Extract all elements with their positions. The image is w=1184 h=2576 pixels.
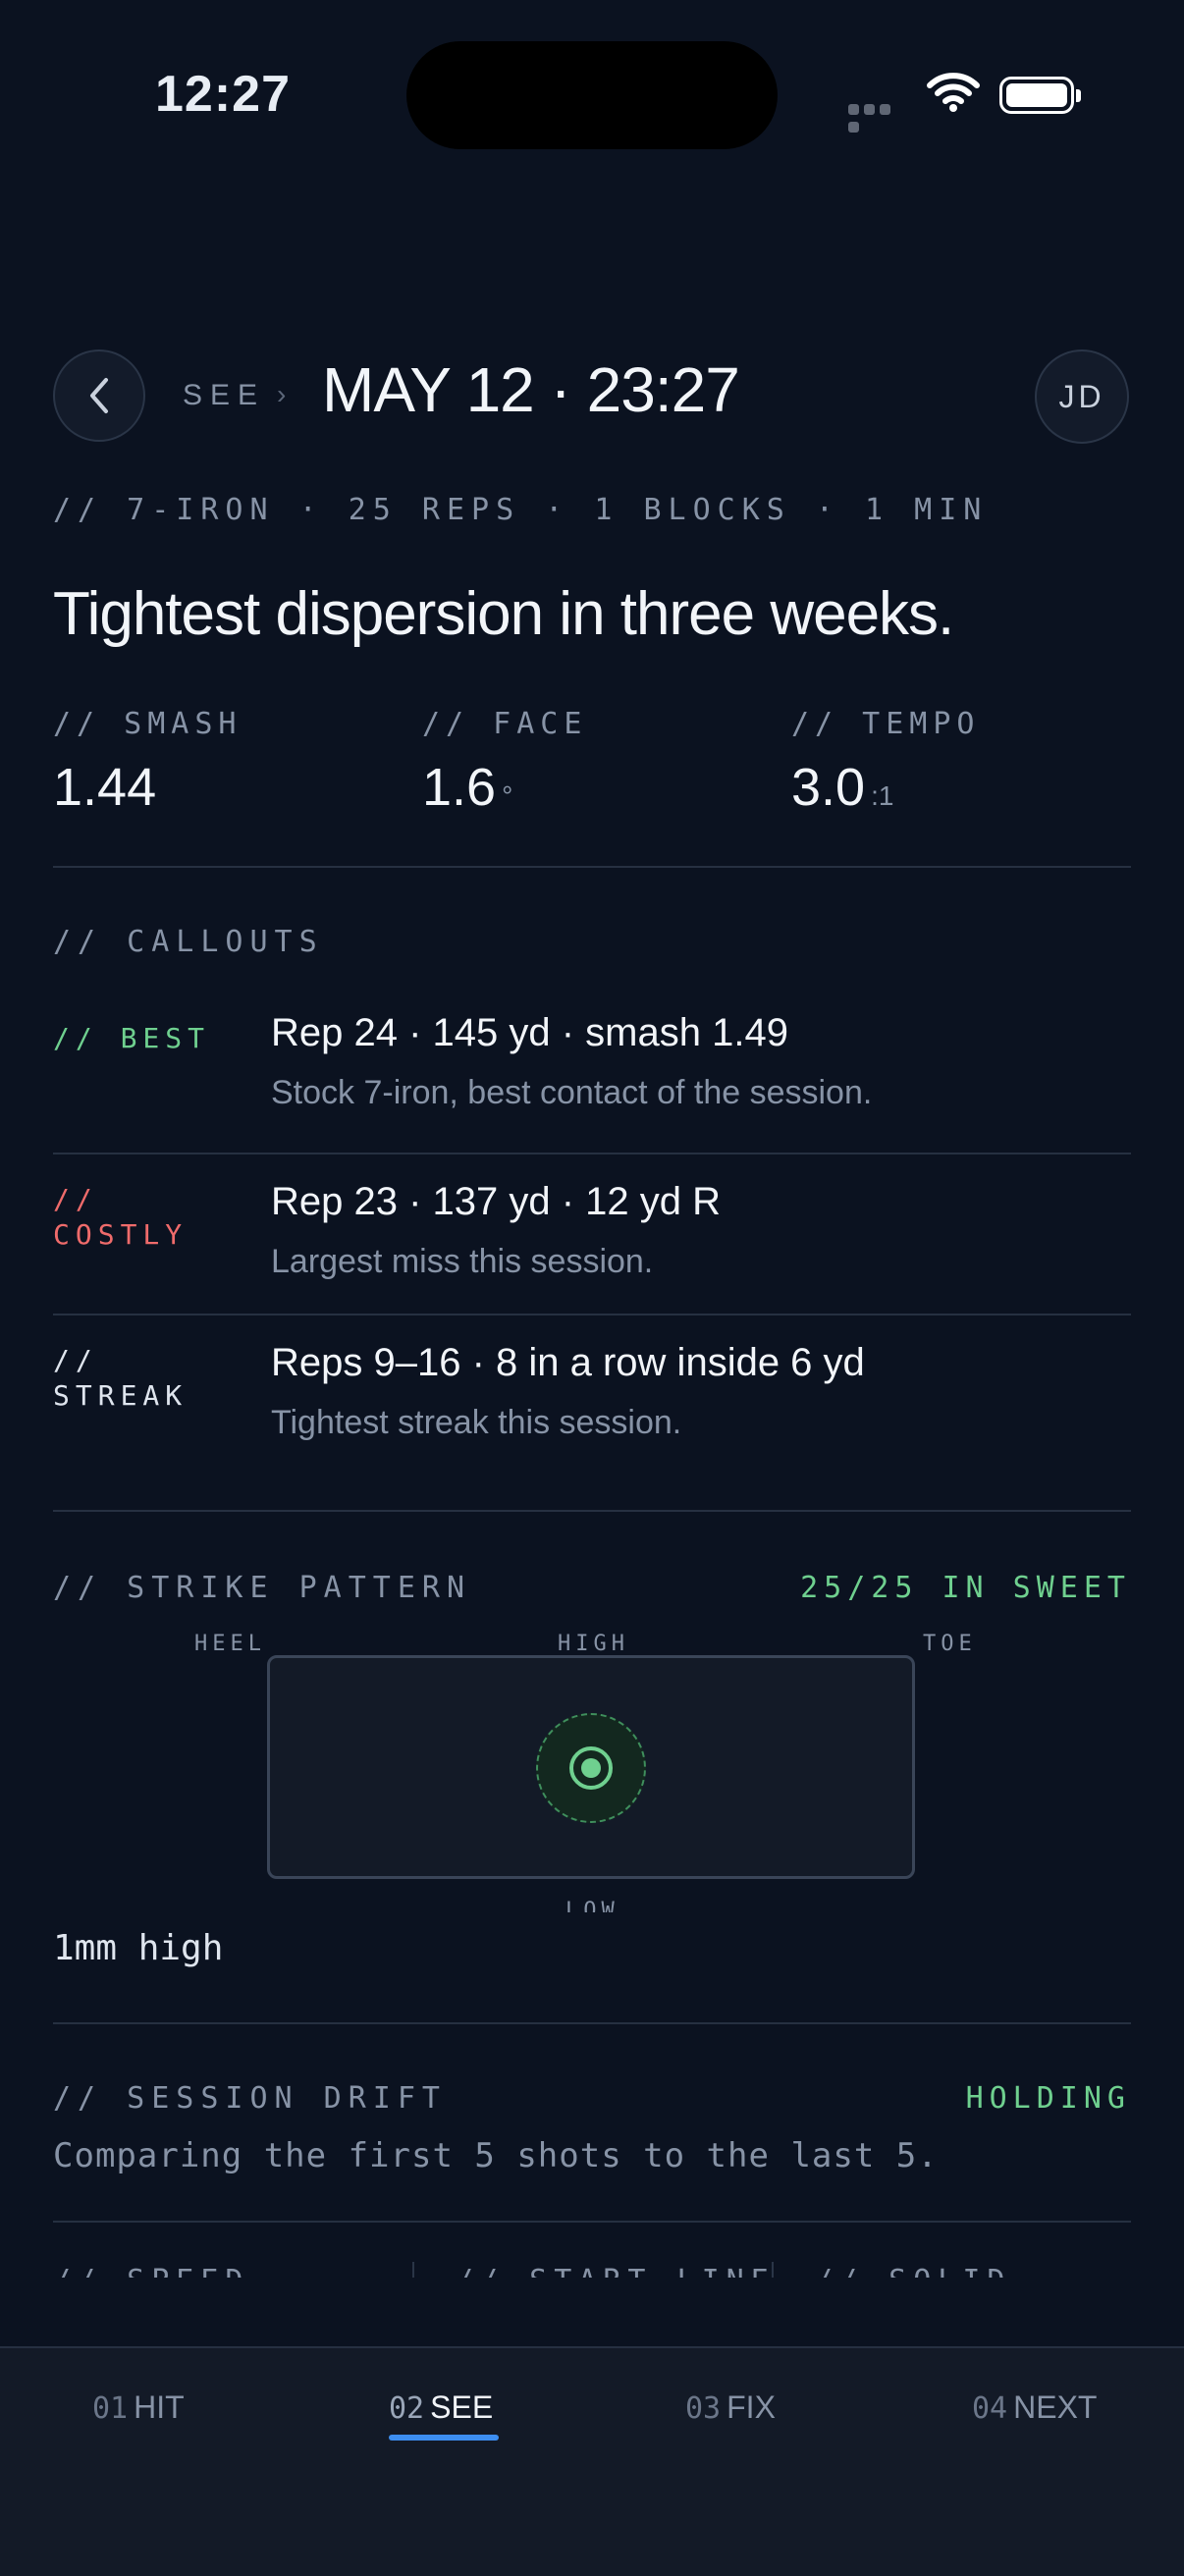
chevron-left-icon: [90, 378, 108, 413]
strike-pattern-label: // STRIKE PATTERN: [53, 1571, 472, 1605]
session-drift-status: HOLDING: [965, 2081, 1131, 2116]
divider: [412, 2262, 414, 2278]
face-label-heel: HEEL: [194, 1632, 266, 1656]
session-meta: // 7-IRON · 25 REPS · 1 BLOCKS · 1 MIN: [53, 493, 989, 527]
session-drift-note: Comparing the first 5 shots to the last …: [53, 2136, 939, 2175]
breadcrumb[interactable]: SEE: [183, 379, 265, 412]
stat-label: // TEMPO: [791, 707, 981, 741]
status-bar: 12:27: [0, 0, 1184, 196]
drift-metric-start-line: // START LINE: [456, 2264, 776, 2278]
face-label-low: LOW: [565, 1899, 619, 1912]
drift-metrics-row: // SPEED // START LINE // SOLID: [0, 2262, 1184, 2278]
callout-tag: // BEST: [53, 1022, 211, 1054]
session-headline: Tightest dispersion in three weeks.: [53, 580, 954, 648]
callout-title: Rep 23 · 137 yd · 12 yd R: [271, 1180, 722, 1223]
battery-icon: [999, 77, 1081, 114]
face-label-toe: TOE: [923, 1632, 977, 1656]
wifi-icon: [927, 73, 980, 117]
divider: [53, 866, 1131, 868]
dynamic-island: [406, 41, 778, 149]
callout-title: Reps 9–16 · 8 in a row inside 6 yd: [271, 1341, 865, 1384]
callout-detail: Largest miss this session.: [271, 1243, 654, 1280]
avatar[interactable]: JD: [1035, 349, 1129, 444]
divider: [772, 2262, 774, 2278]
stat-label: // SMASH: [53, 707, 242, 741]
stat-value: 1.44: [53, 758, 157, 817]
stat-tempo: // TEMPO 3.0:1: [791, 707, 981, 818]
breadcrumb-separator: ›: [277, 379, 287, 409]
divider: [53, 1153, 1131, 1154]
back-button[interactable]: [53, 349, 145, 442]
status-time: 12:27: [155, 66, 291, 123]
face-label-low-wrap: LOW: [565, 1899, 620, 1912]
tab-fix[interactable]: 03 FIX: [685, 2389, 776, 2426]
divider: [53, 2221, 1131, 2223]
stat-value: 3.0:1: [791, 758, 894, 817]
page-title: MAY 12 · 23:27: [322, 354, 740, 425]
strike-note: 1mm high: [53, 1928, 224, 1968]
callout-detail: Stock 7-iron, best contact of the sessio…: [271, 1074, 873, 1111]
tab-next[interactable]: 04 NEXT: [972, 2389, 1097, 2426]
callout-detail: Tightest streak this session.: [271, 1404, 682, 1441]
strike-pattern-summary: 25/25 IN SWEET: [800, 1571, 1131, 1605]
cellular-signal-icon: [848, 102, 909, 133]
divider: [53, 2022, 1131, 2024]
stat-label: // FACE: [422, 707, 588, 741]
tab-see[interactable]: 02 SEE: [389, 2389, 493, 2426]
session-drift-label: // SESSION DRIFT: [53, 2081, 447, 2116]
stat-smash: // SMASH 1.44: [53, 707, 242, 818]
divider: [53, 1510, 1131, 1512]
drift-metric-speed: // SPEED: [53, 2264, 250, 2278]
callout-tag: // STREAK: [53, 1344, 188, 1412]
divider: [53, 1314, 1131, 1315]
tab-bar: 01 HIT 02 SEE 03 FIX 04 NEXT: [0, 2346, 1184, 2576]
drift-metric-solid: // SOLID: [815, 2264, 1012, 2278]
callout-title: Rep 24 · 145 yd · smash 1.49: [271, 1011, 788, 1054]
impact-marker: [536, 1713, 646, 1823]
stat-value: 1.6 °: [422, 758, 513, 817]
stat-face: // FACE 1.6 °: [422, 707, 587, 818]
active-tab-indicator: [389, 2435, 499, 2441]
tab-hit[interactable]: 01 HIT: [92, 2389, 185, 2426]
face-label-high: HIGH: [558, 1632, 629, 1656]
callouts-label: // CALLOUTS: [53, 925, 324, 959]
target-icon: [569, 1746, 613, 1790]
callout-tag: // COSTLY: [53, 1183, 188, 1251]
